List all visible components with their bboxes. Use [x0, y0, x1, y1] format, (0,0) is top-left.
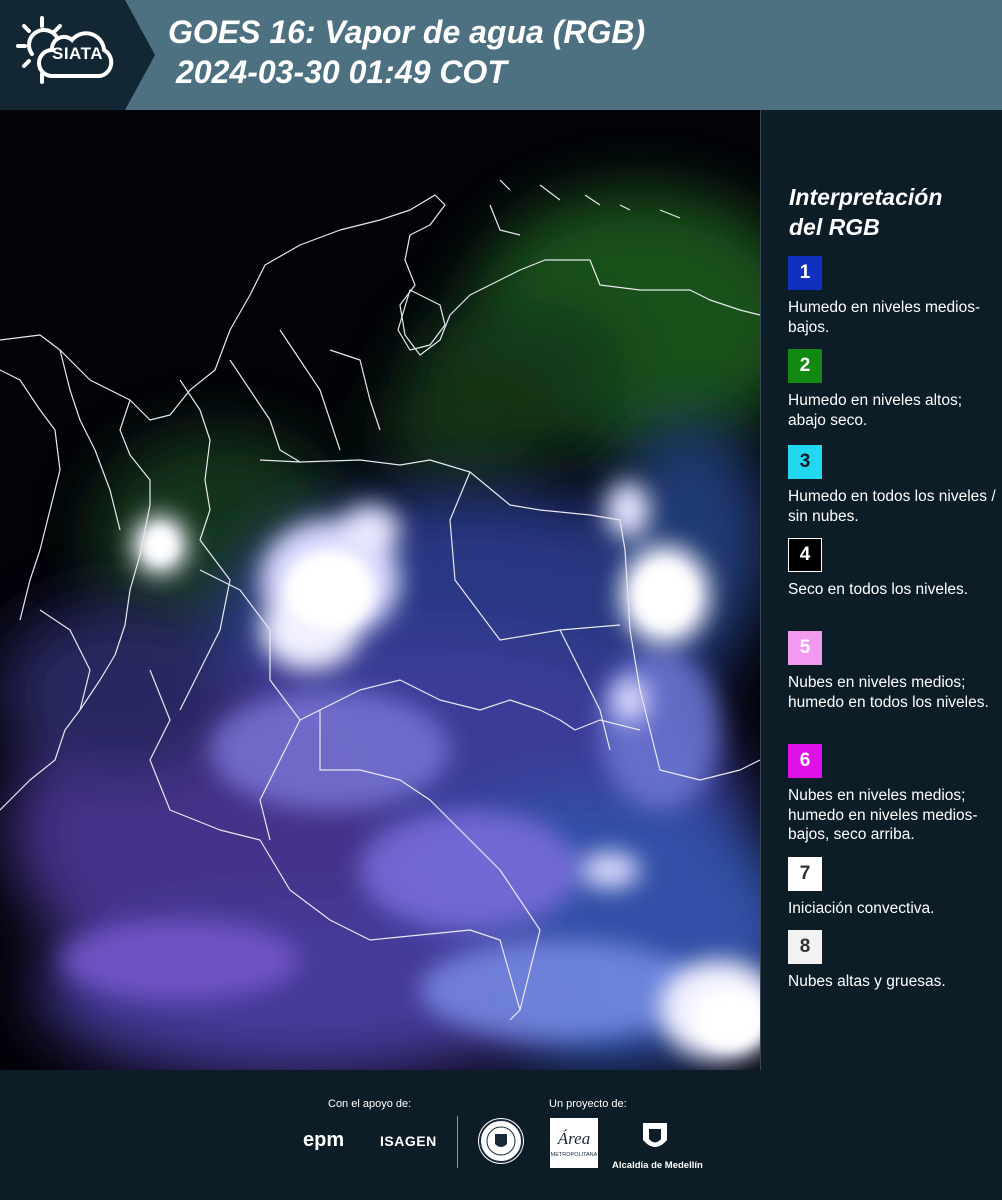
legend-swatch-2: 2 — [788, 349, 822, 383]
isagen-logo: ISAGEN — [380, 1133, 437, 1149]
legend-swatch-1: 1 — [788, 256, 822, 290]
title-line-1: GOES 16: Vapor de agua (RGB) — [168, 14, 646, 50]
legend-swatch-3: 3 — [788, 445, 822, 479]
legend-item-4: 4 Seco en todos los niveles. — [788, 538, 998, 600]
legend-title-line-2: del RGB — [789, 214, 880, 240]
medellin-seal-logo — [478, 1118, 524, 1164]
legend-swatch-6: 6 — [788, 744, 822, 778]
medellin-label: Alcaldía de Medellín — [612, 1160, 703, 1171]
header-bar: SIATA GOES 16: Vapor de agua (RGB) 2024-… — [0, 0, 1002, 110]
siata-logo: SIATA — [0, 0, 125, 110]
area-metropolitana-logo: Área METROPOLITANA — [550, 1118, 598, 1168]
medellin-shield-icon — [643, 1123, 667, 1147]
page-title: GOES 16: Vapor de agua (RGB) 2024-03-30 … — [168, 12, 645, 92]
legend-item-2: 2 Humedo en niveles altos; abajo seco. — [788, 349, 998, 430]
legend-item-5: 5 Nubes en niveles medios; humedo en tod… — [788, 631, 998, 712]
footer-bar: Con el apoyo de: Un proyecto de: epm ISA… — [0, 1070, 1002, 1200]
area-logo-text: Área — [557, 1129, 590, 1148]
project-label: Un proyecto de: — [549, 1098, 627, 1110]
footer-divider — [457, 1116, 458, 1168]
legend-swatch-7: 7 — [788, 857, 822, 891]
legend-item-1: 1 Humedo en niveles medios-bajos. — [788, 256, 998, 337]
legend-swatch-8: 8 — [788, 930, 822, 964]
legend-item-6: 6 Nubes en niveles medios; humedo en niv… — [788, 744, 998, 845]
satellite-map — [0, 110, 760, 1070]
satellite-image — [0, 110, 760, 1070]
legend-label-4: Seco en todos los niveles. — [788, 581, 969, 598]
legend-item-3: 3 Humedo en todos los niveles / sin nube… — [788, 445, 998, 526]
legend-label-6: Nubes en niveles medios; humedo en nivel… — [788, 787, 978, 843]
area-metropolitana-icon: Área METROPOLITANA — [551, 1129, 598, 1158]
logo-arrow-shape — [125, 0, 155, 110]
legend-label-5: Nubes en niveles medios; humedo en todos… — [788, 674, 989, 711]
legend-swatch-4: 4 — [788, 538, 822, 572]
legend-swatch-5: 5 — [788, 631, 822, 665]
support-label: Con el apoyo de: — [328, 1098, 412, 1110]
epm-logo: epm — [303, 1129, 345, 1151]
legend-title-line-1: Interpretación — [789, 184, 943, 210]
logo-text: SIATA — [52, 44, 103, 63]
legend-label-3: Humedo en todos los niveles / sin nubes. — [788, 488, 996, 525]
rgb-legend: Interpretación del RGB 1 Humedo en nivel… — [760, 110, 1002, 1070]
legend-label-1: Humedo en niveles medios-bajos. — [788, 299, 981, 336]
legend-title: Interpretación del RGB — [789, 182, 942, 242]
legend-label-8: Nubes altas y gruesas. — [788, 973, 946, 990]
legend-label-2: Humedo en niveles altos; abajo seco. — [788, 392, 963, 429]
title-line-2: 2024-03-30 01:49 COT — [176, 54, 507, 90]
seal-icon — [479, 1119, 523, 1163]
legend-item-7: 7 Iniciación convectiva. — [788, 857, 998, 919]
area-logo-sub: METROPOLITANA — [551, 1152, 598, 1158]
legend-label-7: Iniciación convectiva. — [788, 900, 935, 917]
legend-item-8: 8 Nubes altas y gruesas. — [788, 930, 998, 992]
